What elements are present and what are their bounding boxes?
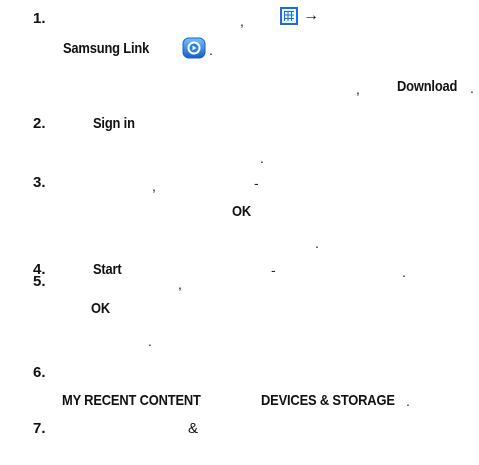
- punctuation-period: .: [406, 393, 410, 409]
- punctuation-period: .: [315, 235, 319, 251]
- step-number: 7.: [33, 420, 46, 437]
- punctuation-dash: -: [254, 175, 259, 191]
- samsung-link-icon: [182, 37, 206, 59]
- start-label: Start: [93, 261, 122, 278]
- download-label: Download: [397, 78, 458, 95]
- apps-grid-icon: [280, 7, 298, 25]
- ok-label: OK: [232, 203, 252, 220]
- arrow-right-icon: →: [303, 7, 319, 24]
- devices-storage-label: DEVICES & STORAGE: [261, 392, 395, 409]
- punctuation-dash: -: [271, 262, 276, 278]
- punctuation-period: .: [148, 333, 152, 349]
- sign-in-label: Sign in: [93, 115, 135, 132]
- samsung-link-label: Samsung Link: [63, 40, 150, 57]
- punctuation-comma: ,: [240, 13, 244, 29]
- instructions-page: 1. , → Samsung Link . , Download . 2. Si…: [0, 0, 479, 465]
- punctuation-period: .: [209, 42, 213, 58]
- ampersand: &: [188, 420, 199, 437]
- my-recent-content-label: MY RECENT CONTENT: [62, 392, 201, 409]
- step-number: 2.: [33, 115, 46, 132]
- punctuation-comma: ,: [152, 178, 156, 194]
- punctuation-period: .: [470, 80, 474, 96]
- step-number: 3.: [33, 174, 46, 191]
- ok-label: OK: [91, 300, 111, 317]
- punctuation-comma: ,: [356, 81, 360, 97]
- punctuation-period: .: [402, 264, 406, 280]
- punctuation-period: .: [260, 150, 264, 166]
- step-number: 1.: [33, 10, 46, 27]
- punctuation-comma: ,: [178, 276, 182, 292]
- step-number: 5.: [33, 273, 46, 290]
- step-number: 6.: [33, 364, 46, 381]
